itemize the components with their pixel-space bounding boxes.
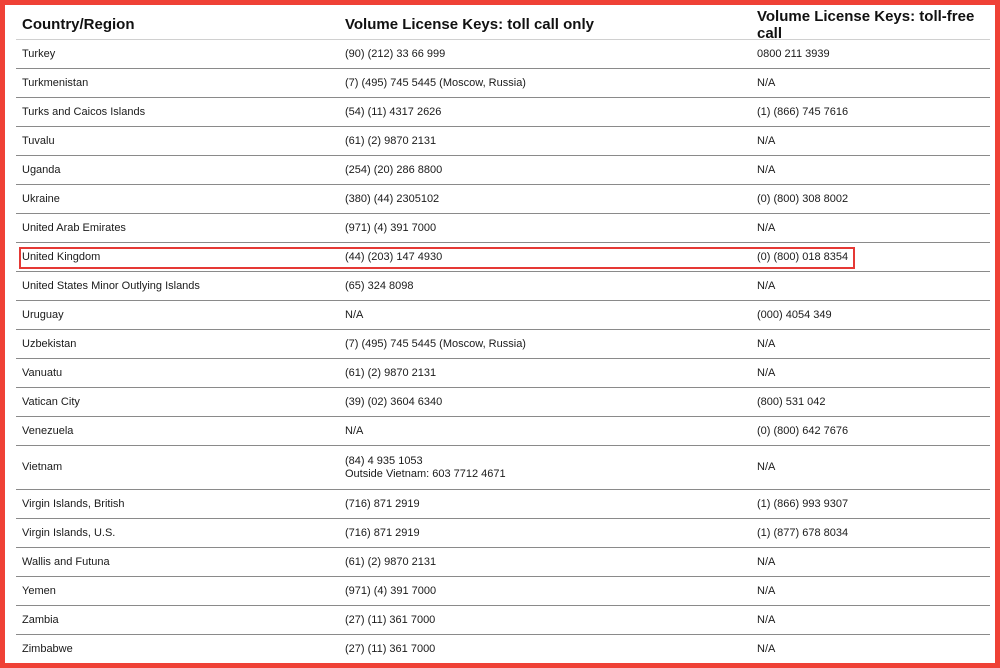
cell-free: (800) 531 042 xyxy=(757,395,826,408)
cell-country: Vanuatu xyxy=(22,366,63,379)
cell-toll-line1: (84) 4 935 1053 xyxy=(345,454,423,467)
cell-free: N/A xyxy=(757,366,776,379)
table-row: Virgin Islands, British (716) 871 2919 (… xyxy=(16,490,990,519)
cell-toll: N/A xyxy=(345,308,364,321)
cell-country: Zambia xyxy=(22,613,59,626)
cell-free: (0) (800) 018 8354 xyxy=(757,250,849,263)
cell-free: (1) (866) 993 9307 xyxy=(757,497,849,510)
cell-toll: (7) (495) 745 5445 (Moscow, Russia) xyxy=(345,337,526,350)
header-free: Volume License Keys: toll-free call xyxy=(757,7,975,42)
cell-free: N/A xyxy=(757,613,776,626)
table-row: Ukraine (380) (44) 2305102 (0) (800) 308… xyxy=(16,185,990,214)
cell-toll: (7) (495) 745 5445 (Moscow, Russia) xyxy=(345,76,526,89)
cell-country: Wallis and Futuna xyxy=(22,555,110,568)
cell-toll: (27) (11) 361 7000 xyxy=(345,613,436,626)
cell-country: Ukraine xyxy=(22,192,60,205)
cell-free: N/A xyxy=(757,584,776,597)
cell-country: Turkmenistan xyxy=(22,76,89,89)
cell-free: (000) 4054 349 xyxy=(757,308,832,321)
cell-toll: (27) (11) 361 7000 xyxy=(345,643,436,655)
cell-toll: (90) (212) 33 66 999 xyxy=(345,47,446,60)
cell-country: United States Minor Outlying Islands xyxy=(22,279,200,292)
table-row: Uganda (254) (20) 286 8800 N/A xyxy=(16,156,990,185)
table-row: United States Minor Outlying Islands (65… xyxy=(16,272,990,301)
cell-country: Uruguay xyxy=(22,308,64,321)
cell-free: (1) (866) 745 7616 xyxy=(757,105,849,118)
table-row: Uzbekistan (7) (495) 745 5445 (Moscow, R… xyxy=(16,330,990,359)
cell-free: N/A xyxy=(757,76,776,89)
table-row: Yemen (971) (4) 391 7000 N/A xyxy=(16,577,990,606)
table-row: Wallis and Futuna (61) (2) 9870 2131 N/A xyxy=(16,548,990,577)
cell-toll: N/A xyxy=(345,424,364,437)
table-row: Tuvalu (61) (2) 9870 2131 N/A xyxy=(16,127,990,156)
cell-country: Venezuela xyxy=(22,424,74,437)
phone-table: Country/Region Volume License Keys: toll… xyxy=(16,7,990,664)
cell-country: Turks and Caicos Islands xyxy=(22,105,146,118)
cell-toll: (380) (44) 2305102 xyxy=(345,192,440,205)
cell-country: United Kingdom xyxy=(22,250,101,263)
cell-free: 0800 211 3939 xyxy=(757,47,830,60)
table-row-highlighted: United Kingdom (44) (203) 147 4930 (0) (… xyxy=(16,243,990,272)
cell-free: N/A xyxy=(757,279,776,292)
cell-country: Vietnam xyxy=(22,461,63,473)
table-row: Turkey (90) (212) 33 66 999 0800 211 393… xyxy=(16,40,990,69)
cell-country: Tuvalu xyxy=(22,134,55,147)
cell-toll: (54) (11) 4317 2626 xyxy=(345,105,442,118)
cell-toll: (84) 4 935 1053 Outside Vietnam: 603 771… xyxy=(345,455,757,481)
cell-country: Zimbabwe xyxy=(22,643,73,655)
cell-free: (0) (800) 308 8002 xyxy=(757,192,849,205)
table-row: Turks and Caicos Islands (54) (11) 4317 … xyxy=(16,98,990,127)
cell-toll: (65) 324 8098 xyxy=(345,279,414,292)
cell-free: (0) (800) 642 7676 xyxy=(757,424,849,437)
cell-free: N/A xyxy=(757,555,776,568)
table-row: Uruguay N/A (000) 4054 349 xyxy=(16,301,990,330)
cell-country: Uganda xyxy=(22,163,61,176)
cell-free: N/A xyxy=(757,337,776,350)
cell-free: N/A xyxy=(757,134,776,147)
table-row: Virgin Islands, U.S. (716) 871 2919 (1) … xyxy=(16,519,990,548)
cell-toll: (61) (2) 9870 2131 xyxy=(345,134,437,147)
table-header: Country/Region Volume License Keys: toll… xyxy=(16,7,990,42)
table-row: United Arab Emirates (971) (4) 391 7000 … xyxy=(16,214,990,243)
cell-toll: (254) (20) 286 8800 xyxy=(345,163,443,176)
cell-free: (1) (877) 678 8034 xyxy=(757,526,849,539)
cell-toll: (716) 871 2919 xyxy=(345,497,420,510)
cell-country: United Arab Emirates xyxy=(22,221,126,234)
cell-country: Yemen xyxy=(22,584,56,597)
table-row: Zambia (27) (11) 361 7000 N/A xyxy=(16,606,990,635)
cell-toll-line2: Outside Vietnam: 603 7712 4671 xyxy=(345,467,506,480)
table-row: Venezuela N/A (0) (800) 642 7676 xyxy=(16,417,990,446)
header-country: Country/Region xyxy=(22,16,135,33)
cell-toll: (971) (4) 391 7000 xyxy=(345,221,437,234)
cell-toll: (39) (02) 3604 6340 xyxy=(345,395,443,408)
cell-free: N/A xyxy=(757,643,776,655)
cell-free: N/A xyxy=(757,221,776,234)
cell-country: Vatican City xyxy=(22,395,80,408)
table-row: Vanuatu (61) (2) 9870 2131 N/A xyxy=(16,359,990,388)
cell-country: Virgin Islands, U.S. xyxy=(22,526,116,539)
cell-country: Virgin Islands, British xyxy=(22,497,125,510)
table-row: Vietnam (84) 4 935 1053 Outside Vietnam:… xyxy=(16,446,990,490)
cell-country: Turkey xyxy=(22,47,56,60)
header-toll: Volume License Keys: toll call only xyxy=(345,16,594,33)
cell-toll: (61) (2) 9870 2131 xyxy=(345,555,437,568)
cell-toll: (971) (4) 391 7000 xyxy=(345,584,437,597)
cell-free: N/A xyxy=(757,163,776,176)
cell-toll: (716) 871 2919 xyxy=(345,526,420,539)
cell-toll: (44) (203) 147 4930 xyxy=(345,250,443,263)
table-row: Zimbabwe (27) (11) 361 7000 N/A xyxy=(16,635,990,664)
cell-toll: (61) (2) 9870 2131 xyxy=(345,366,437,379)
table-row: Turkmenistan (7) (495) 745 5445 (Moscow,… xyxy=(16,69,990,98)
cell-free: N/A xyxy=(757,461,776,473)
cell-country: Uzbekistan xyxy=(22,337,77,350)
table-row: Vatican City (39) (02) 3604 6340 (800) 5… xyxy=(16,388,990,417)
